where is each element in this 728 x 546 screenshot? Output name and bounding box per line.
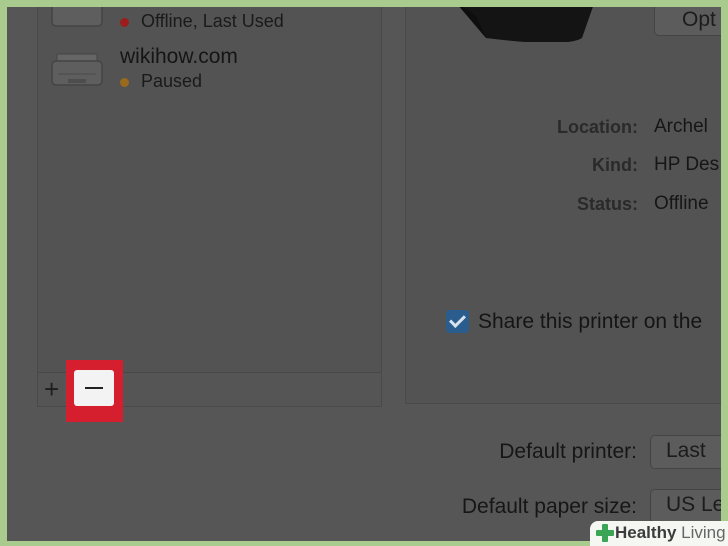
printer-status-text: Paused	[141, 71, 203, 91]
watermark-brand-suffix: Living	[681, 523, 726, 542]
remove-button-highlight	[66, 360, 123, 422]
printer-list: Offline, Last Used wikihow.com Paused +	[37, 7, 382, 407]
printer-list-item[interactable]: Offline, Last Used	[48, 7, 368, 48]
status-dot	[120, 17, 129, 27]
printer-details-panel: Opt Location: Archel Kind: HP Des Status…	[405, 7, 721, 404]
printers-preferences-window: Offline, Last Used wikihow.com Paused +	[7, 7, 721, 541]
printer-icon	[51, 53, 103, 86]
status-label: Status:	[576, 194, 638, 214]
options-supplies-button[interactable]: Opt	[654, 7, 721, 36]
printer-status-text: Offline, Last Used	[141, 11, 284, 31]
share-printer-checkbox[interactable]	[446, 310, 469, 333]
status-dot	[120, 77, 129, 87]
printer-name: wikihow.com	[120, 45, 238, 68]
healthy-living-logo-icon	[596, 524, 614, 542]
kind-label: Kind:	[592, 155, 638, 175]
printer-icon	[51, 7, 103, 27]
remove-printer-button[interactable]	[74, 370, 114, 406]
location-value: Archel	[654, 116, 708, 137]
default-paper-size-select[interactable]: US Le	[650, 489, 721, 523]
printer-list-item[interactable]: wikihow.com Paused	[48, 45, 368, 96]
printer-image	[459, 7, 593, 42]
status-value: Offline	[654, 193, 709, 214]
watermark-text: Healthy Living	[615, 523, 726, 543]
default-printer-select[interactable]: Last	[650, 435, 721, 469]
default-printer-label: Default printer:	[499, 440, 637, 463]
share-printer-label: Share this printer on the	[478, 310, 703, 333]
default-paper-size-label: Default paper size:	[461, 495, 637, 518]
add-printer-button[interactable]: +	[44, 375, 59, 403]
location-label: Location:	[557, 117, 638, 137]
watermark: Healthy Living	[590, 521, 728, 546]
printer-status: Offline, Last Used	[120, 11, 284, 32]
kind-value: HP Des	[654, 154, 720, 175]
watermark-brand: Healthy	[615, 523, 677, 542]
printer-status: Paused	[120, 71, 202, 92]
